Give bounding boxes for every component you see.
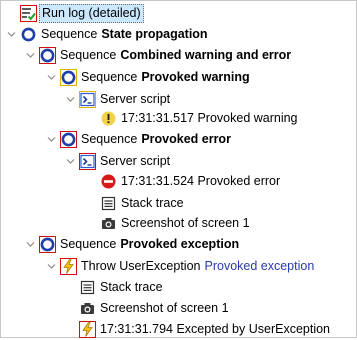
node-provoked-error-message[interactable]: 17:31:31.524 Provoked error <box>1 171 356 192</box>
node-kind: Sequence <box>60 48 117 62</box>
node-excepted-message[interactable]: 17:31:31.794 Excepted by UserException <box>1 319 356 340</box>
node-text: Screenshot of screen 1 <box>121 216 250 230</box>
node-text: Provoked warning <box>141 70 250 84</box>
chevron-down-icon[interactable] <box>45 261 57 273</box>
node-label: Sequence Combined warning and error <box>60 47 291 64</box>
node-label: Sequence Provoked error <box>81 131 231 148</box>
node-label: Throw UserException Provoked exception <box>81 258 314 275</box>
chevron-down-icon[interactable] <box>24 239 36 251</box>
node-label: Screenshot of screen 1 <box>121 215 250 232</box>
sequence-icon <box>20 26 37 43</box>
chevron-down-icon[interactable] <box>45 72 57 84</box>
node-text: Screenshot of screen 1 <box>100 301 229 315</box>
node-throw-user-exception[interactable]: Throw UserException Provoked exception <box>1 256 356 277</box>
server-script-icon <box>79 91 96 108</box>
node-stack-trace-2[interactable]: Stack trace <box>1 277 356 298</box>
node-stack-trace-1[interactable]: Stack trace <box>1 193 356 214</box>
node-label: Sequence Provoked warning <box>81 69 250 86</box>
node-text: State propagation <box>101 27 208 41</box>
node-label: Stack trace <box>121 195 184 212</box>
chevron-down-icon[interactable] <box>64 94 76 106</box>
sequence-icon <box>39 47 56 64</box>
node-label: 17:31:31.794 Excepted by UserException <box>100 321 330 338</box>
server-script-icon <box>79 153 96 170</box>
node-text: Provoked error <box>141 132 231 146</box>
node-sequence-provoked-error[interactable]: Sequence Provoked error <box>1 129 356 150</box>
chevron-down-icon[interactable] <box>64 156 76 168</box>
node-label: Sequence Provoked exception <box>60 236 239 253</box>
chevron-down-icon[interactable] <box>45 134 57 146</box>
node-text: Throw UserException <box>81 259 201 273</box>
node-text: Run log (detailed) <box>42 6 141 20</box>
sequence-icon <box>60 69 77 86</box>
camera-icon <box>100 215 117 232</box>
node-screenshot-1[interactable]: Screenshot of screen 1 <box>1 213 356 234</box>
node-label: Sequence State propagation <box>41 26 208 43</box>
node-sequence-combined-warning-error[interactable]: Sequence Combined warning and error <box>1 45 356 66</box>
node-text: 17:31:31.524 Provoked error <box>121 174 281 188</box>
node-sequence-state-propagation[interactable]: Sequence State propagation <box>1 24 356 45</box>
node-screenshot-2[interactable]: Screenshot of screen 1 <box>1 298 356 319</box>
node-run-log[interactable]: Run log (detailed) <box>1 3 356 24</box>
node-sequence-provoked-warning[interactable]: Sequence Provoked warning <box>1 67 356 88</box>
node-text: 17:31:31.794 Excepted by UserException <box>100 322 331 336</box>
camera-icon <box>79 300 96 317</box>
node-text: Server script <box>100 154 171 168</box>
sequence-icon <box>39 236 56 253</box>
node-label: Stack trace <box>100 279 163 296</box>
stack-trace-icon <box>100 195 117 212</box>
sequence-icon <box>60 131 77 148</box>
run-log-icon <box>20 5 37 22</box>
throw-exception-icon <box>60 258 77 275</box>
node-text: Stack trace <box>100 280 163 294</box>
node-sequence-provoked-exception[interactable]: Sequence Provoked exception <box>1 234 356 255</box>
node-label: Server script <box>100 91 170 108</box>
node-link[interactable]: Provoked exception <box>205 259 315 273</box>
node-kind: Sequence <box>81 132 138 146</box>
node-label: Run log (detailed) <box>39 4 144 23</box>
node-text: Server script <box>100 92 171 106</box>
node-text: Stack trace <box>121 196 184 210</box>
chevron-down-icon[interactable] <box>5 29 17 41</box>
node-server-script-error[interactable]: Server script <box>1 151 356 172</box>
error-icon <box>100 173 117 190</box>
warning-icon <box>100 110 117 127</box>
node-kind: Sequence <box>60 237 117 251</box>
node-text: Provoked exception <box>120 237 240 251</box>
run-log-tree[interactable]: Run log (detailed) Sequence State propagat… <box>0 0 357 338</box>
node-label: 17:31:31.517 Provoked warning <box>121 110 298 127</box>
node-text: 17:31:31.517 Provoked warning <box>121 111 298 125</box>
stack-trace-icon <box>79 279 96 296</box>
node-provoked-warning-message[interactable]: 17:31:31.517 Provoked warning <box>1 108 356 129</box>
node-kind: Sequence <box>41 27 98 41</box>
node-kind: Sequence <box>81 70 138 84</box>
chevron-down-icon[interactable] <box>24 50 36 62</box>
exception-icon <box>79 321 96 338</box>
node-text: Combined warning and error <box>120 48 292 62</box>
node-label: Screenshot of screen 1 <box>100 300 229 317</box>
node-label: Server script <box>100 153 170 170</box>
node-label: 17:31:31.524 Provoked error <box>121 173 280 190</box>
node-server-script-warning[interactable]: Server script <box>1 89 356 110</box>
